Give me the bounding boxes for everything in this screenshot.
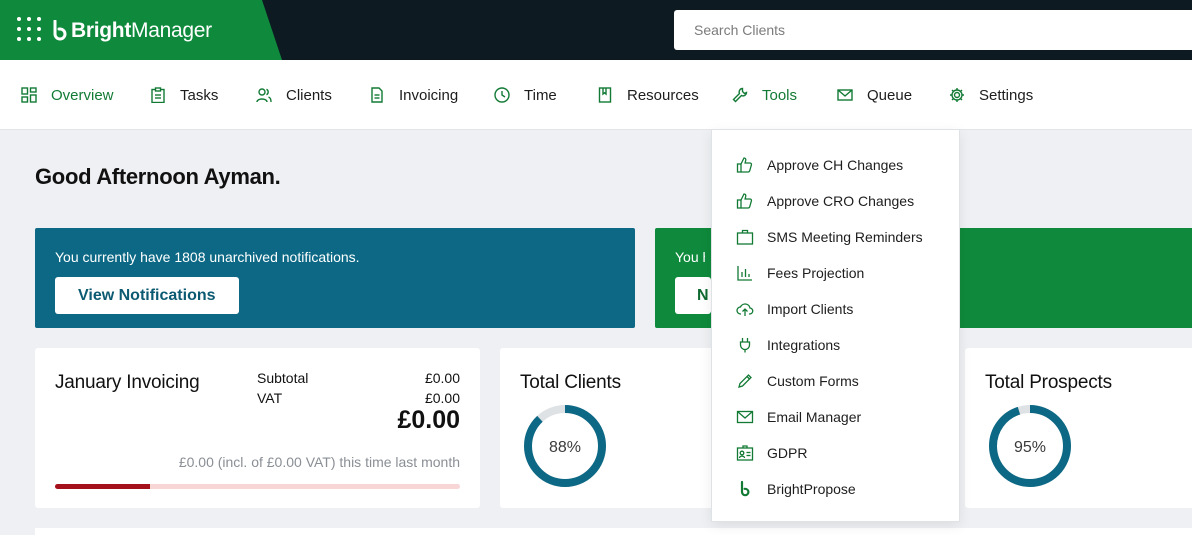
vat-label: VAT — [257, 390, 283, 406]
clock-icon — [494, 87, 510, 103]
notifications-banner: You currently have 1808 unarchived notif… — [35, 228, 635, 328]
menu-item-approve-ch-changes[interactable]: Approve CH Changes — [712, 150, 960, 180]
invoicing-progress-bar — [55, 484, 460, 489]
thumbs-up-icon — [736, 193, 753, 209]
nav-resources[interactable]: Resources — [597, 60, 699, 130]
main-nav: Overview Tasks Clients Invoicing Time Re… — [0, 60, 1192, 130]
wrench-icon — [732, 87, 748, 103]
menu-item-fees-projection[interactable]: Fees Projection — [712, 258, 960, 288]
nav-overview-label: Overview — [51, 86, 114, 104]
search-clients-input[interactable] — [674, 10, 1192, 50]
clients-donut-chart: 88% — [524, 405, 606, 487]
subtotal-value: £0.00 — [424, 370, 460, 386]
menu-item-integrations[interactable]: Integrations — [712, 330, 960, 360]
nav-invoicing[interactable]: Invoicing — [369, 60, 458, 130]
invoicing-card[interactable]: January Invoicing Subtotal £0.00 VAT £0.… — [35, 348, 480, 508]
notifications-text: You currently have 1808 unarchived notif… — [55, 249, 360, 265]
nav-queue[interactable]: Queue — [837, 60, 912, 130]
menu-item-approve-cro-changes[interactable]: Approve CRO Changes — [712, 186, 960, 216]
document-icon — [371, 87, 383, 103]
last-month-comparison: £0.00 (incl. of £0.00 VAT) this time las… — [178, 454, 460, 470]
invoicing-title: January Invoicing — [55, 372, 200, 393]
brand-name-regular: Manager — [131, 19, 212, 42]
menu-item-label: Email Manager — [767, 409, 862, 425]
plug-icon — [739, 338, 751, 353]
prospects-percent-label: 95% — [1014, 439, 1046, 456]
nav-resources-label: Resources — [627, 86, 699, 104]
nav-time[interactable]: Time — [494, 60, 557, 130]
total-prospects-card[interactable]: Total Prospects 95% — [965, 348, 1192, 508]
nav-time-label: Time — [524, 86, 557, 104]
nav-tools-label: Tools — [762, 86, 798, 104]
top-bar: Bright Manager — [0, 0, 1192, 60]
menu-item-label: Integrations — [767, 337, 841, 353]
menu-item-brightpropose[interactable]: BrightPropose — [712, 474, 960, 504]
page-greeting: Good Afternoon Ayman. — [35, 164, 281, 189]
nav-tasks[interactable]: Tasks — [150, 60, 218, 130]
menu-item-sms-meeting-reminders[interactable]: SMS Meeting Reminders — [712, 222, 960, 252]
menu-item-import-clients[interactable]: Import Clients — [712, 294, 960, 324]
menu-item-custom-forms[interactable]: Custom Forms — [712, 366, 960, 396]
envelope-icon — [837, 89, 853, 101]
secondary-banner-text: You h — [675, 249, 705, 265]
menu-item-label: Fees Projection — [767, 265, 865, 281]
thumbs-up-icon — [736, 157, 753, 173]
nav-clients[interactable]: Clients — [256, 60, 332, 130]
grid-icon — [21, 87, 37, 103]
clipboard-icon — [151, 87, 165, 103]
nav-tools[interactable]: Tools — [732, 60, 797, 130]
clients-percent-label: 88% — [549, 439, 581, 456]
subtotal-label: Subtotal — [257, 370, 309, 386]
pencil-icon — [738, 374, 752, 388]
bar-chart-icon — [737, 266, 752, 281]
menu-item-label: GDPR — [767, 445, 808, 461]
id-card-icon — [736, 445, 754, 461]
menu-item-email-manager[interactable]: Email Manager — [712, 402, 960, 432]
menu-item-label: Approve CRO Changes — [767, 193, 915, 209]
nav-tasks-label: Tasks — [180, 86, 219, 104]
menu-item-label: SMS Meeting Reminders — [767, 229, 923, 245]
book-icon — [598, 87, 612, 103]
total-clients-card[interactable]: Total Clients 88% — [500, 348, 730, 508]
nav-invoicing-label: Invoicing — [399, 86, 459, 104]
nav-overview[interactable]: Overview — [21, 60, 114, 130]
users-icon — [256, 88, 272, 103]
vat-value: £0.00 — [424, 390, 460, 406]
app-grid-icon[interactable] — [17, 17, 41, 41]
total-clients-title: Total Clients — [520, 372, 621, 393]
next-card-edge — [35, 528, 1192, 535]
bright-logo-icon — [53, 20, 67, 41]
invoice-total: £0.00 — [397, 406, 460, 434]
cloud-upload-icon — [736, 303, 754, 316]
bright-logo-icon — [740, 480, 750, 497]
invoicing-progress-fill — [55, 484, 151, 489]
envelope-icon — [736, 410, 754, 424]
nav-settings[interactable]: Settings — [949, 60, 1033, 130]
briefcase-icon — [736, 229, 754, 245]
nav-queue-label: Queue — [867, 86, 913, 104]
tools-dropdown-menu: Approve CH Changes Approve CRO Changes S… — [711, 129, 960, 522]
gear-icon — [950, 88, 964, 102]
nav-settings-label: Settings — [979, 86, 1034, 104]
prospects-donut-chart: 95% — [989, 405, 1071, 487]
menu-item-gdpr[interactable]: GDPR — [712, 438, 960, 468]
view-notifications-button[interactable]: View Notifications — [55, 277, 239, 314]
menu-item-label: BrightPropose — [767, 481, 856, 497]
menu-item-label: Approve CH Changes — [767, 157, 904, 173]
menu-item-label: Import Clients — [767, 301, 854, 317]
brand-name-bold: Bright — [71, 19, 132, 42]
brightmanager-logo[interactable]: Bright Manager — [53, 16, 212, 46]
secondary-banner-button[interactable]: N — [675, 277, 711, 314]
nav-clients-label: Clients — [286, 86, 332, 104]
menu-item-label: Custom Forms — [767, 373, 859, 389]
total-prospects-title: Total Prospects — [985, 372, 1112, 393]
